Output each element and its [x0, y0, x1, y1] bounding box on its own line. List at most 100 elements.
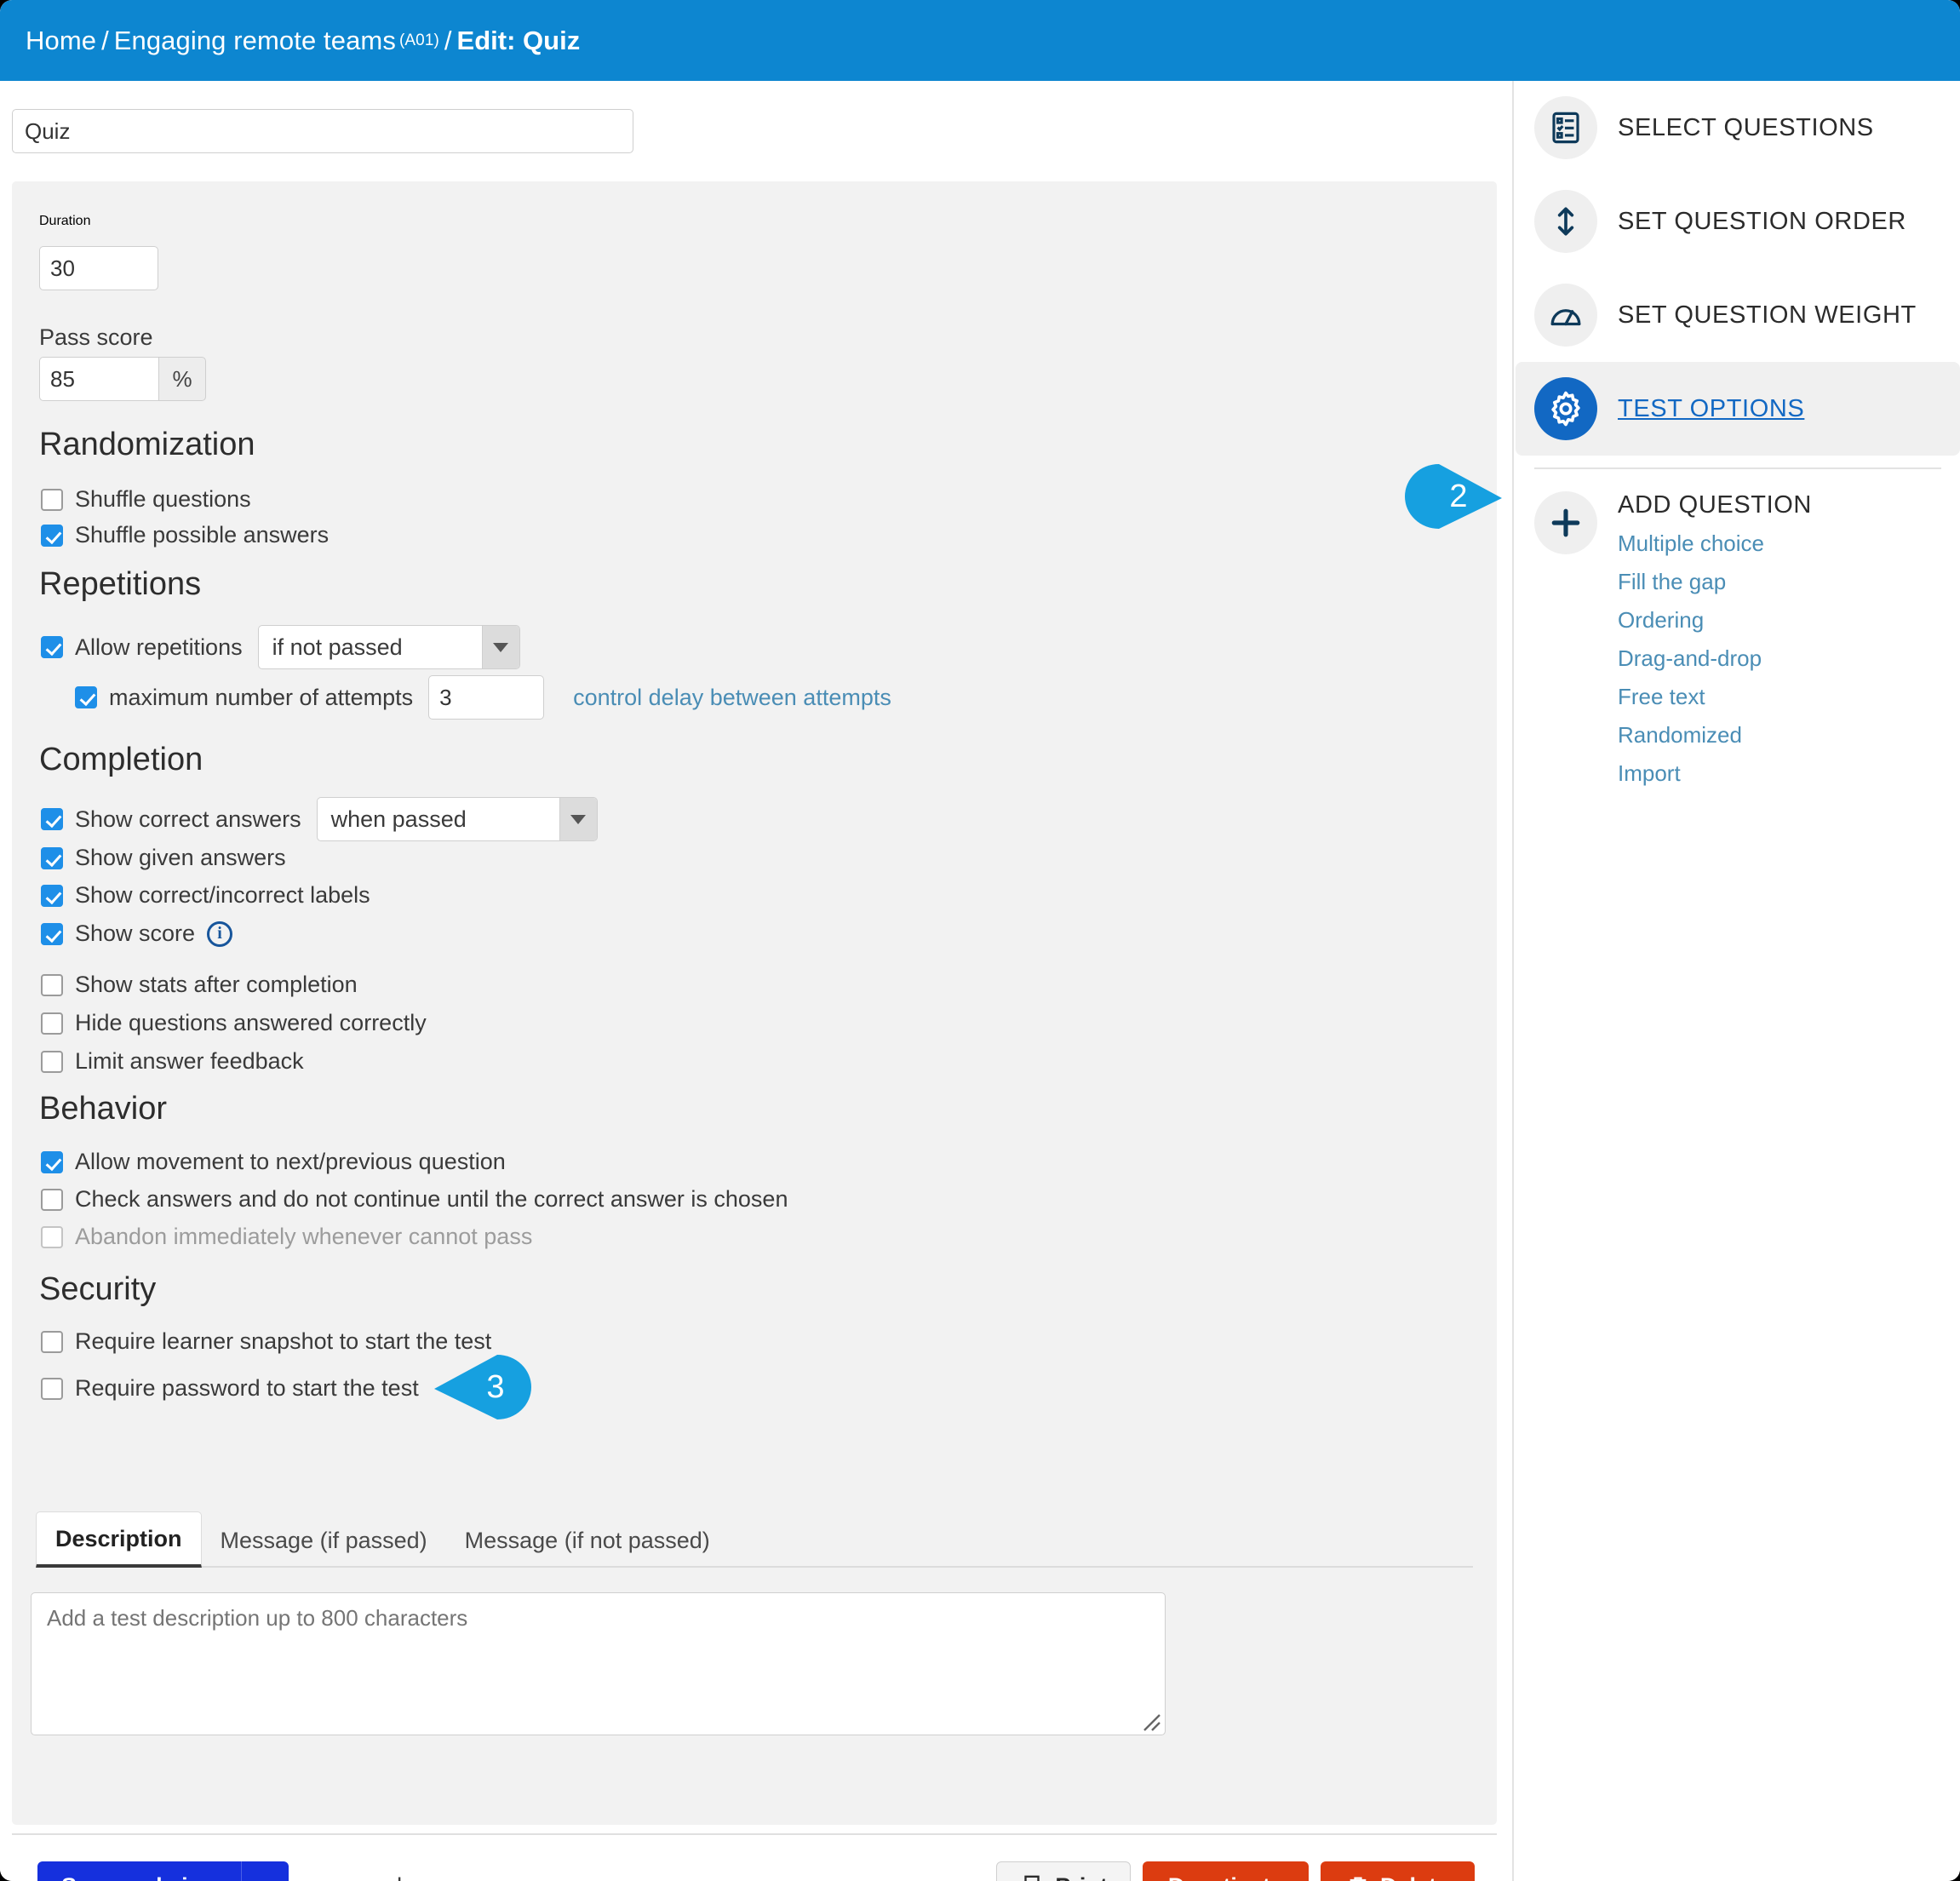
- chevron-down-icon[interactable]: [481, 626, 519, 668]
- allow-repetitions-select[interactable]: if not passed: [257, 625, 520, 669]
- checkbox-row-max-attempts[interactable]: maximum number of attempts control delay…: [75, 675, 891, 720]
- show-correct-answers-select-value: when passed: [330, 806, 467, 832]
- gauge-icon: [1534, 284, 1597, 347]
- breadcrumb-course[interactable]: Engaging remote teams: [114, 26, 396, 56]
- deactivate-button[interactable]: Deactivate: [1142, 1861, 1309, 1881]
- description-textarea[interactable]: [31, 1592, 1166, 1735]
- quiz-title-input[interactable]: [12, 109, 633, 153]
- callout-number: 3: [486, 1368, 505, 1405]
- footer-divider: [12, 1833, 1497, 1835]
- checkbox-row-show-correct-answers[interactable]: Show correct answers when passed: [41, 797, 598, 841]
- plus-icon[interactable]: [1534, 491, 1597, 554]
- show-correct-answers-select[interactable]: when passed: [316, 797, 598, 841]
- show-stats-label: Show stats after completion: [75, 972, 358, 997]
- breadcrumb-course-code: (A01): [398, 31, 439, 49]
- message-tabs: Description Message (if passed) Message …: [36, 1511, 1473, 1568]
- show-correct-incorrect-labels-label: Show correct/incorrect labels: [75, 882, 370, 908]
- save-and-view-button[interactable]: Save and view: [37, 1861, 289, 1881]
- breadcrumb-header: Home / Engaging remote teams (A01) / Edi…: [0, 0, 1960, 81]
- sidebar-item-select-questions[interactable]: SELECT QUESTIONS: [1516, 81, 1960, 175]
- require-snapshot-checkbox[interactable]: [41, 1330, 63, 1353]
- max-attempts-checkbox[interactable]: [75, 686, 97, 708]
- allow-repetitions-select-value: if not passed: [272, 634, 403, 660]
- checkbox-row-shuffle-questions[interactable]: Shuffle questions: [41, 486, 251, 513]
- show-stats-checkbox[interactable]: [41, 973, 63, 996]
- tab-message-if-not-passed[interactable]: Message (if not passed): [446, 1514, 729, 1566]
- limit-answer-feedback-checkbox[interactable]: [41, 1050, 63, 1073]
- add-question-ordering[interactable]: Ordering: [1618, 601, 1812, 639]
- callout-marker-3: 3: [433, 1351, 535, 1424]
- breadcrumb-separator-1: /: [101, 25, 109, 55]
- sidebar-item-test-options[interactable]: TEST OPTIONS: [1516, 362, 1960, 456]
- behavior-heading: Behavior: [39, 1091, 167, 1127]
- hide-questions-checkbox[interactable]: [41, 1012, 63, 1035]
- app-window: Home / Engaging remote teams (A01) / Edi…: [0, 0, 1960, 1881]
- security-heading: Security: [39, 1271, 157, 1307]
- allow-movement-checkbox[interactable]: [41, 1150, 63, 1173]
- sidebar-item-label: SELECT QUESTIONS: [1618, 113, 1874, 141]
- require-password-checkbox[interactable]: [41, 1377, 63, 1400]
- limit-answer-feedback-label: Limit answer feedback: [75, 1048, 304, 1074]
- tab-message-if-passed[interactable]: Message (if passed): [202, 1514, 446, 1566]
- add-question-import[interactable]: Import: [1618, 754, 1812, 793]
- breadcrumb-separator-2: /: [444, 25, 452, 55]
- allow-repetitions-label: Allow repetitions: [75, 634, 243, 660]
- delete-button[interactable]: Delete: [1320, 1861, 1475, 1881]
- check-answers-checkbox[interactable]: [41, 1188, 63, 1211]
- add-question-free-text[interactable]: Free text: [1618, 678, 1812, 716]
- show-correct-answers-checkbox[interactable]: [41, 808, 63, 830]
- checkbox-row-abandon-immediately: Abandon immediately whenever cannot pass: [41, 1224, 532, 1250]
- add-question-randomized[interactable]: Randomized: [1618, 716, 1812, 754]
- checkbox-row-hide-correct-questions[interactable]: Hide questions answered correctly: [41, 1010, 427, 1036]
- checkbox-row-allow-repetitions[interactable]: Allow repetitions if not passed: [41, 625, 520, 669]
- show-given-answers-label: Show given answers: [75, 845, 286, 870]
- sidebar-item-set-question-weight[interactable]: SET QUESTION WEIGHT: [1516, 268, 1960, 362]
- abandon-immediately-label: Abandon immediately whenever cannot pass: [75, 1224, 533, 1249]
- pass-score-percent-suffix: %: [158, 357, 206, 401]
- checkbox-row-allow-movement[interactable]: Allow movement to next/previous question: [41, 1149, 506, 1175]
- checkbox-row-show-stats[interactable]: Show stats after completion: [41, 972, 358, 998]
- require-snapshot-label: Require learner snapshot to start the te…: [75, 1328, 492, 1354]
- show-score-label: Show score: [75, 920, 196, 946]
- pass-score-group: %: [39, 357, 206, 401]
- control-delay-link[interactable]: control delay between attempts: [573, 685, 891, 711]
- or-cancel-link[interactable]: or cancel: [309, 1873, 403, 1881]
- checkbox-row-require-snapshot[interactable]: Require learner snapshot to start the te…: [41, 1328, 491, 1355]
- checkbox-row-limit-feedback[interactable]: Limit answer feedback: [41, 1048, 304, 1075]
- sidebar-item-set-question-order[interactable]: SET QUESTION ORDER: [1516, 175, 1960, 268]
- save-and-view-label: Save and view: [61, 1873, 241, 1881]
- shuffle-possible-answers-checkbox[interactable]: [41, 524, 63, 547]
- shuffle-possible-answers-label: Shuffle possible answers: [75, 522, 330, 548]
- tab-description[interactable]: Description: [36, 1511, 202, 1568]
- trash-icon: [1346, 1874, 1370, 1881]
- main-content: Duration Pass score % Randomization Shuf…: [0, 81, 1514, 1881]
- show-correct-incorrect-labels-checkbox[interactable]: [41, 884, 63, 907]
- show-given-answers-checkbox[interactable]: [41, 846, 63, 869]
- info-icon[interactable]: i: [207, 920, 233, 947]
- add-question-fill-the-gap[interactable]: Fill the gap: [1618, 563, 1812, 601]
- pass-score-input[interactable]: [39, 357, 158, 401]
- printer-icon: [1019, 1873, 1045, 1881]
- add-question-multiple-choice[interactable]: Multiple choice: [1618, 525, 1812, 563]
- checkbox-row-show-score[interactable]: Show score i: [41, 920, 233, 947]
- checkbox-row-show-labels[interactable]: Show correct/incorrect labels: [41, 882, 370, 909]
- print-button[interactable]: Print: [996, 1861, 1131, 1881]
- sidebar: SELECT QUESTIONS SET QUESTION ORDER SET …: [1516, 81, 1960, 1881]
- duration-input[interactable]: [39, 246, 158, 290]
- checkbox-row-shuffle-answers[interactable]: Shuffle possible answers: [41, 522, 329, 548]
- checkbox-row-require-password[interactable]: Require password to start the test: [41, 1375, 419, 1402]
- max-attempts-input[interactable]: [428, 675, 545, 720]
- chevron-down-icon[interactable]: [559, 798, 597, 840]
- breadcrumb-home[interactable]: Home: [26, 26, 96, 56]
- show-score-checkbox[interactable]: [41, 922, 63, 945]
- breadcrumb-current-page: Edit: Quiz: [456, 25, 581, 55]
- checkbox-row-show-given-answers[interactable]: Show given answers: [41, 845, 286, 871]
- chevron-up-icon[interactable]: [240, 1861, 289, 1881]
- add-question-drag-and-drop[interactable]: Drag-and-drop: [1618, 639, 1812, 678]
- sidebar-item-label: TEST OPTIONS: [1618, 394, 1805, 422]
- checkbox-row-check-answers[interactable]: Check answers and do not continue until …: [41, 1186, 788, 1213]
- hide-questions-label: Hide questions answered correctly: [75, 1010, 427, 1035]
- allow-repetitions-checkbox[interactable]: [41, 636, 63, 658]
- allow-movement-label: Allow movement to next/previous question: [75, 1149, 506, 1174]
- shuffle-questions-checkbox[interactable]: [41, 488, 63, 511]
